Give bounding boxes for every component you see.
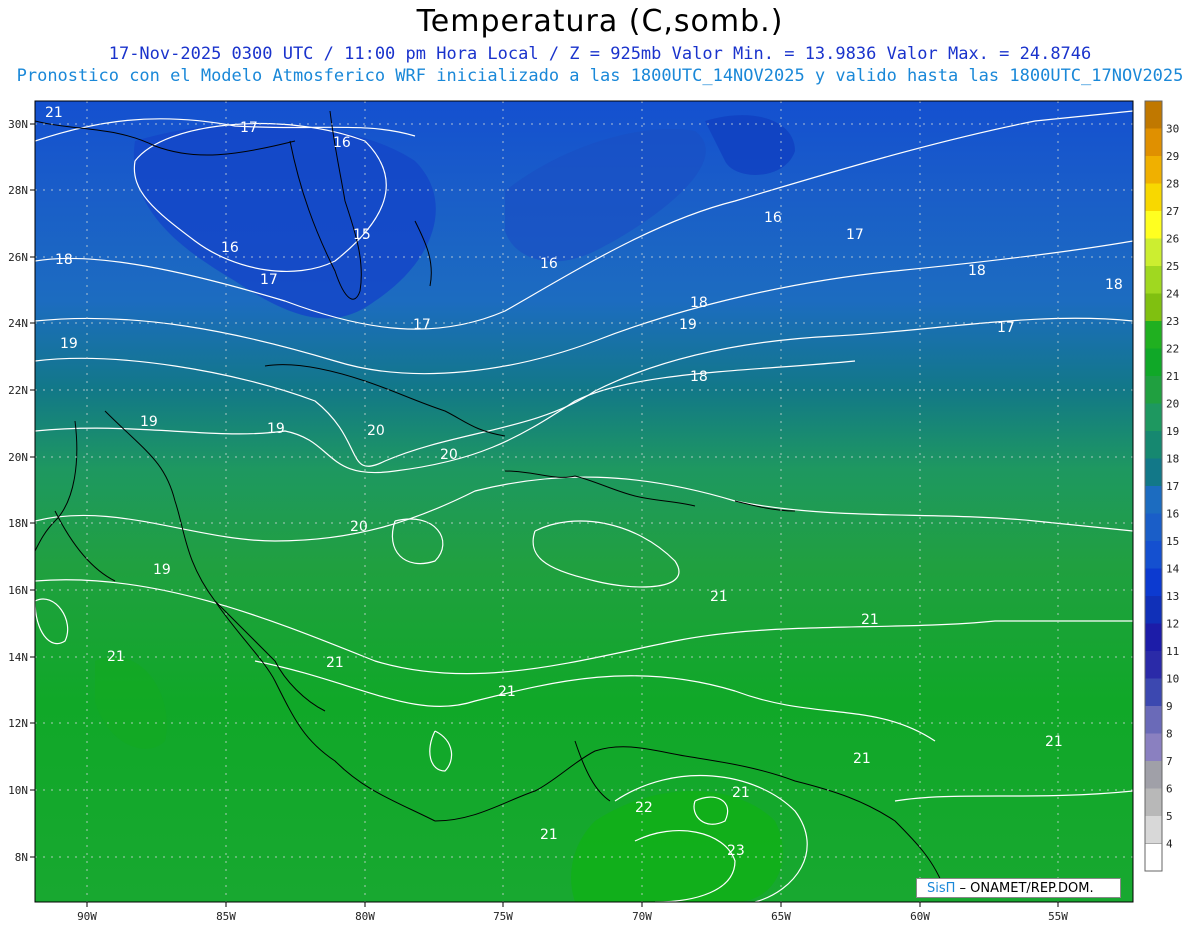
lat-label-22N: 22N bbox=[8, 384, 28, 397]
colorbar-swatch bbox=[1145, 321, 1162, 349]
lat-label-12N: 12N bbox=[8, 717, 28, 730]
colorbar-label-25: 25 bbox=[1166, 260, 1179, 273]
colorbar-swatch bbox=[1145, 293, 1162, 321]
colorbar-swatch bbox=[1145, 101, 1162, 129]
lat-label-14N: 14N bbox=[8, 651, 28, 664]
colorbar-label-9: 9 bbox=[1166, 700, 1173, 713]
colorbar-swatch bbox=[1145, 788, 1162, 816]
colorbar-label-23: 23 bbox=[1166, 315, 1179, 328]
colorbar-swatch bbox=[1145, 706, 1162, 734]
colorbar-label-19: 19 bbox=[1166, 425, 1179, 438]
lon-label-65W: 65W bbox=[771, 910, 791, 923]
colorbar-label-8: 8 bbox=[1166, 728, 1173, 741]
colorbar-swatch bbox=[1145, 376, 1162, 404]
colorbar-swatch bbox=[1145, 816, 1162, 844]
lat-label-30N: 30N bbox=[8, 118, 28, 131]
lat-label-20N: 20N bbox=[8, 451, 28, 464]
colorbar-label-14: 14 bbox=[1166, 563, 1180, 576]
colorbar: 30 29 28 27 26 25 24 23 22 21 20 19 18 17 16 15 14 13 12 11… bbox=[1144, 100, 1180, 872]
colorbar-swatch bbox=[1145, 403, 1162, 431]
colorbar-swatch bbox=[1145, 183, 1162, 211]
lat-label-26N: 26N bbox=[8, 251, 28, 264]
lon-label-70W: 70W bbox=[632, 910, 652, 923]
colorbar-label-24: 24 bbox=[1166, 288, 1180, 301]
colorbar-label-5: 5 bbox=[1166, 810, 1173, 823]
lat-label-28N: 28N bbox=[8, 184, 28, 197]
colorbar-swatch bbox=[1145, 623, 1162, 651]
colorbar-label-13: 13 bbox=[1166, 590, 1179, 603]
colorbar-label-15: 15 bbox=[1166, 535, 1179, 548]
lon-label-60W: 60W bbox=[910, 910, 930, 923]
credit-brand: SisΠ bbox=[927, 881, 956, 896]
colorbar-label-26: 26 bbox=[1166, 233, 1179, 246]
colorbar-swatch bbox=[1145, 596, 1162, 624]
colorbar-swatch bbox=[1145, 128, 1162, 156]
colorbar-swatch bbox=[1145, 211, 1162, 239]
colorbar-label-17: 17 bbox=[1166, 480, 1179, 493]
colorbar-swatch bbox=[1145, 761, 1162, 789]
colorbar-swatch bbox=[1145, 266, 1162, 294]
colorbar-label-10: 10 bbox=[1166, 673, 1179, 686]
colorbar-label-11: 11 bbox=[1166, 645, 1179, 658]
colorbar-swatch bbox=[1145, 458, 1162, 486]
colorbar-swatch bbox=[1145, 541, 1162, 569]
lon-label-90W: 90W bbox=[77, 910, 97, 923]
lat-label-8N: 8N bbox=[15, 851, 28, 864]
colorbar-label-21: 21 bbox=[1166, 370, 1179, 383]
axes-frame: 30N 28N 26N 24N 22N 20N 18N 16N 14N 12N 10N 8N 90W 8… bbox=[8, 100, 1180, 923]
lat-label-16N: 16N bbox=[8, 584, 28, 597]
colorbar-label-29: 29 bbox=[1166, 150, 1179, 163]
colorbar-swatch bbox=[1145, 348, 1162, 376]
credit-text: – ONAMET/REP.DOM. bbox=[955, 881, 1094, 896]
colorbar-swatch bbox=[1145, 431, 1162, 459]
colorbar-label-18: 18 bbox=[1166, 453, 1179, 466]
credit-box: SisΠ – ONAMET/REP.DOM. bbox=[916, 878, 1121, 898]
lon-label-55W: 55W bbox=[1048, 910, 1068, 923]
colorbar-label-27: 27 bbox=[1166, 205, 1179, 218]
colorbar-swatch-bottom bbox=[1144, 843, 1163, 872]
lat-label-18N: 18N bbox=[8, 517, 28, 530]
colorbar-label-12: 12 bbox=[1166, 618, 1179, 631]
colorbar-label-6: 6 bbox=[1166, 783, 1173, 796]
latitude-axis: 30N 28N 26N 24N 22N 20N 18N 16N 14N 12N 10N 8N bbox=[8, 118, 35, 864]
colorbar-label-30: 30 bbox=[1166, 123, 1179, 136]
colorbar-swatch bbox=[1145, 238, 1162, 266]
colorbar-label-4: 4 bbox=[1166, 838, 1173, 851]
colorbar-swatch bbox=[1145, 486, 1162, 514]
colorbar-label-7: 7 bbox=[1166, 755, 1173, 768]
colorbar-swatch bbox=[1145, 651, 1162, 679]
colorbar-label-16: 16 bbox=[1166, 508, 1179, 521]
longitude-axis: 90W 85W 80W 75W 70W 65W 60W 55W bbox=[77, 902, 1068, 923]
colorbar-swatch bbox=[1145, 568, 1162, 596]
colorbar-swatch bbox=[1145, 513, 1162, 541]
lon-label-85W: 85W bbox=[216, 910, 236, 923]
colorbar-label-22: 22 bbox=[1166, 343, 1179, 356]
colorbar-swatch bbox=[1145, 156, 1162, 184]
lat-label-10N: 10N bbox=[8, 784, 28, 797]
colorbar-swatch bbox=[1145, 733, 1162, 761]
lon-label-80W: 80W bbox=[355, 910, 375, 923]
colorbar-label-28: 28 bbox=[1166, 178, 1179, 191]
lon-label-75W: 75W bbox=[493, 910, 513, 923]
colorbar-swatch bbox=[1145, 678, 1162, 706]
lat-label-24N: 24N bbox=[8, 317, 28, 330]
colorbar-label-20: 20 bbox=[1166, 398, 1179, 411]
